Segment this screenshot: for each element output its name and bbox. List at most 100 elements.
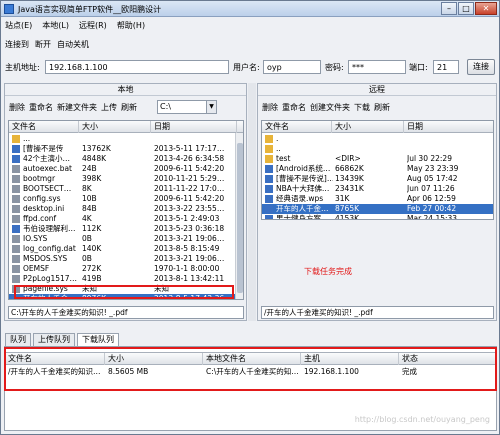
remote-file-row[interactable]: . [262,134,493,144]
local-scroll-thumb[interactable] [237,143,243,293]
host-input[interactable] [45,60,229,74]
remote-col-size[interactable]: 大小 [332,121,404,133]
local-file-row[interactable]: 开车的人千金… 8976K 2013-8-5 17:43:36 [9,294,243,300]
remote-file-row[interactable]: [Android系统… 66862K May 23 23:39 [262,164,493,174]
local-cell-name: IO.SYS [23,234,48,243]
menu-site[interactable]: 站点(E) [5,20,32,31]
remote-file-row[interactable]: .. [262,144,493,154]
remote-download-button[interactable]: 下载 [354,102,370,113]
local-cell-size: 0B [82,234,92,243]
remote-create-folder-button[interactable]: 创建文件夹 [310,102,350,113]
remote-refresh-button[interactable]: 刷新 [374,102,390,113]
local-file-row[interactable]: pagefile.sys 未知 未知 [9,284,243,294]
drive-select[interactable]: C:\ ▼ [157,100,217,114]
remote-file-row[interactable]: NBA十大拜佛… 23431K Jun 07 11:26 [262,184,493,194]
local-cell-date: 2010-11-21 5:29… [154,174,225,183]
queue-col-size[interactable]: 大小 [105,353,203,365]
local-file-row[interactable]: P2pLog1517… 419B 2013-8-1 13:42:11 [9,274,243,284]
local-file-row[interactable]: 42个主演小… 4848K 2013-4-26 6:34:58 [9,154,243,164]
menu-help[interactable]: 帮助(H) [117,20,145,31]
disconnect-button[interactable]: 断开 [35,39,51,50]
remote-file-row[interactable]: test <DIR> Jul 30 22:29 [262,154,493,164]
file-icon [265,175,273,183]
local-cell-name: P2pLog1517… [23,274,78,283]
queue-col-local[interactable]: 本地文件名 [203,353,301,365]
local-cell-size: 10B [82,194,97,203]
remote-cell-size: 4153K [335,214,360,220]
local-cell-name: log_config.dat [23,244,76,253]
local-cell-date: 2013-8-5 17:43:36 [154,294,225,300]
local-new-folder-button[interactable]: 新建文件夹 [57,102,97,113]
connect-button[interactable]: 连接 [467,59,495,75]
local-cell-date: 2013-3-22 23:55… [154,204,225,213]
queue-col-file[interactable]: 文件名 [5,353,105,365]
local-file-row[interactable]: ... [9,134,243,144]
connect-to-button[interactable]: 连接到 [5,39,29,50]
local-file-row[interactable]: 韦伯设理解利… 112K 2013-5-23 0:36:18 [9,224,243,234]
remote-file-row[interactable]: [曹操不是传说]… 13439K Aug 05 17:42 [262,174,493,184]
local-col-size[interactable]: 大小 [79,121,151,133]
port-input[interactable] [433,60,459,74]
local-cell-name: ffpd.conf [23,214,57,223]
main-toolbar: 连接到 断开 自动关机 [1,37,89,51]
local-file-row[interactable]: log_config.dat 140K 2013-8-5 8:15:49 [9,244,243,254]
tab-queue[interactable]: 队列 [5,333,31,346]
folder-icon [265,145,273,153]
remote-cell-date [407,134,493,144]
local-file-row[interactable]: BOOTSECT… 8K 2011-11-22 17:0… [9,184,243,194]
local-refresh-button[interactable]: 刷新 [121,102,137,113]
local-col-name[interactable]: 文件名 [9,121,79,133]
remote-file-row[interactable]: 开车的人千金… 8765K Feb 27 00:42 [262,204,493,214]
auto-shutdown-button[interactable]: 自动关机 [57,39,89,50]
remote-cell-date: Feb 27 00:42 [407,204,457,213]
remote-cell-date: Jun 07 11:26 [407,184,455,193]
local-cell-date: 2013-3-21 19:06… [154,254,225,263]
local-pane-title: 本地 [5,84,246,96]
close-button[interactable]: ✕ [475,2,497,15]
local-cell-size: 8976K [82,294,107,300]
remote-cell-name: 男士健身方案… [276,214,329,220]
user-label: 用户名: [233,63,260,72]
download-queue-panel: 文件名 大小 本地文件名 主机 状态 /开车的人千金难买的知识… 8.5605 … [4,346,497,431]
remote-rename-button[interactable]: 重命名 [282,102,306,113]
tab-download-queue[interactable]: 下载队列 [77,333,119,346]
local-file-row[interactable]: IO.SYS 0B 2013-3-21 19:06… [9,234,243,244]
local-rename-button[interactable]: 重命名 [29,102,53,113]
local-scrollbar[interactable] [235,133,243,299]
local-file-row[interactable]: OEMSF 272K 1970-1-1 8:00:00 [9,264,243,274]
remote-path-field[interactable]: /开车的人千金难买的知识! _.pdf [261,306,494,319]
local-cell-date: 2013-3-21 19:06… [154,234,225,243]
queue-col-host[interactable]: 主机 [301,353,399,365]
remote-toolbar: 删除 重命名 创建文件夹 下载 刷新 [262,102,390,113]
tab-upload-queue[interactable]: 上传队列 [33,333,75,346]
menu-remote[interactable]: 远程(R) [79,20,107,31]
local-file-row[interactable]: bootmgr 398K 2010-11-21 5:29… [9,174,243,184]
local-file-row[interactable]: [曹操不是传 13762K 2013-5-11 17:17… [9,144,243,154]
remote-col-name[interactable]: 文件名 [262,121,332,133]
local-file-row[interactable]: desktop.ini 84B 2013-3-22 23:55… [9,204,243,214]
local-delete-button[interactable]: 删除 [9,102,25,113]
maximize-button[interactable]: □ [458,2,474,15]
minimize-button[interactable]: – [441,2,457,15]
folder-icon [12,135,20,143]
local-file-row[interactable]: config.sys 10B 2009-6-11 5:42:20 [9,194,243,204]
remote-file-row[interactable]: 经典语录.wps 31K Apr 06 12:59 [262,194,493,204]
queue-row[interactable]: /开车的人千金难买的知识… 8.5605 MB C:\开车的人千金难买的知… 1… [5,366,496,378]
menu-local[interactable]: 本地(L) [42,20,69,31]
local-file-row[interactable]: ffpd.conf 4K 2013-5-1 2:49:03 [9,214,243,224]
local-cell-date: 2009-6-11 5:42:20 [154,164,225,173]
remote-file-row[interactable]: 男士健身方案… 4153K Mar 24 15:33 [262,214,493,220]
password-input[interactable] [348,60,406,74]
remote-col-date[interactable]: 日期 [404,121,493,133]
local-cell-name: desktop.ini [23,204,65,213]
chevron-down-icon[interactable]: ▼ [206,101,216,113]
local-path-field[interactable]: C:\开车的人千金难买的知识! _.pdf [8,306,244,319]
local-col-date[interactable]: 日期 [151,121,237,133]
queue-col-status[interactable]: 状态 [399,353,498,365]
local-file-row[interactable]: MSDOS.SYS 0B 2013-3-21 19:06… [9,254,243,264]
pane-splitter[interactable] [248,83,256,321]
user-input[interactable] [263,60,321,74]
remote-delete-button[interactable]: 删除 [262,102,278,113]
local-file-row[interactable]: autoexec.bat 24B 2009-6-11 5:42:20 [9,164,243,174]
local-upload-button[interactable]: 上传 [101,102,117,113]
